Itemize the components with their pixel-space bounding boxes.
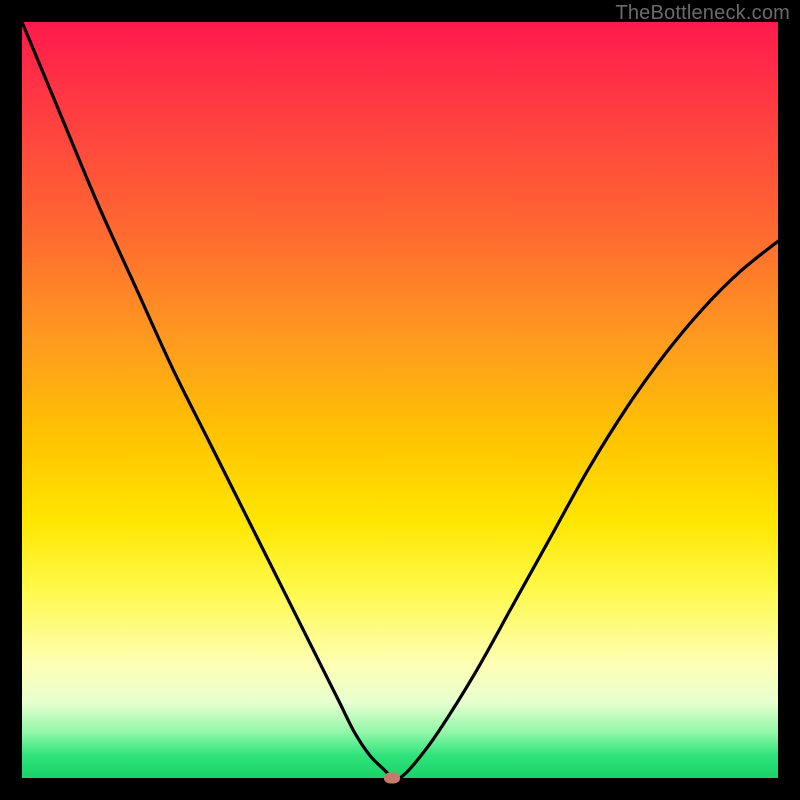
chart-frame: TheBottleneck.com <box>0 0 800 800</box>
plot-area <box>22 22 778 778</box>
optimal-point-marker <box>384 773 400 784</box>
bottleneck-curve <box>22 22 778 778</box>
watermark-text: TheBottleneck.com <box>615 2 790 25</box>
